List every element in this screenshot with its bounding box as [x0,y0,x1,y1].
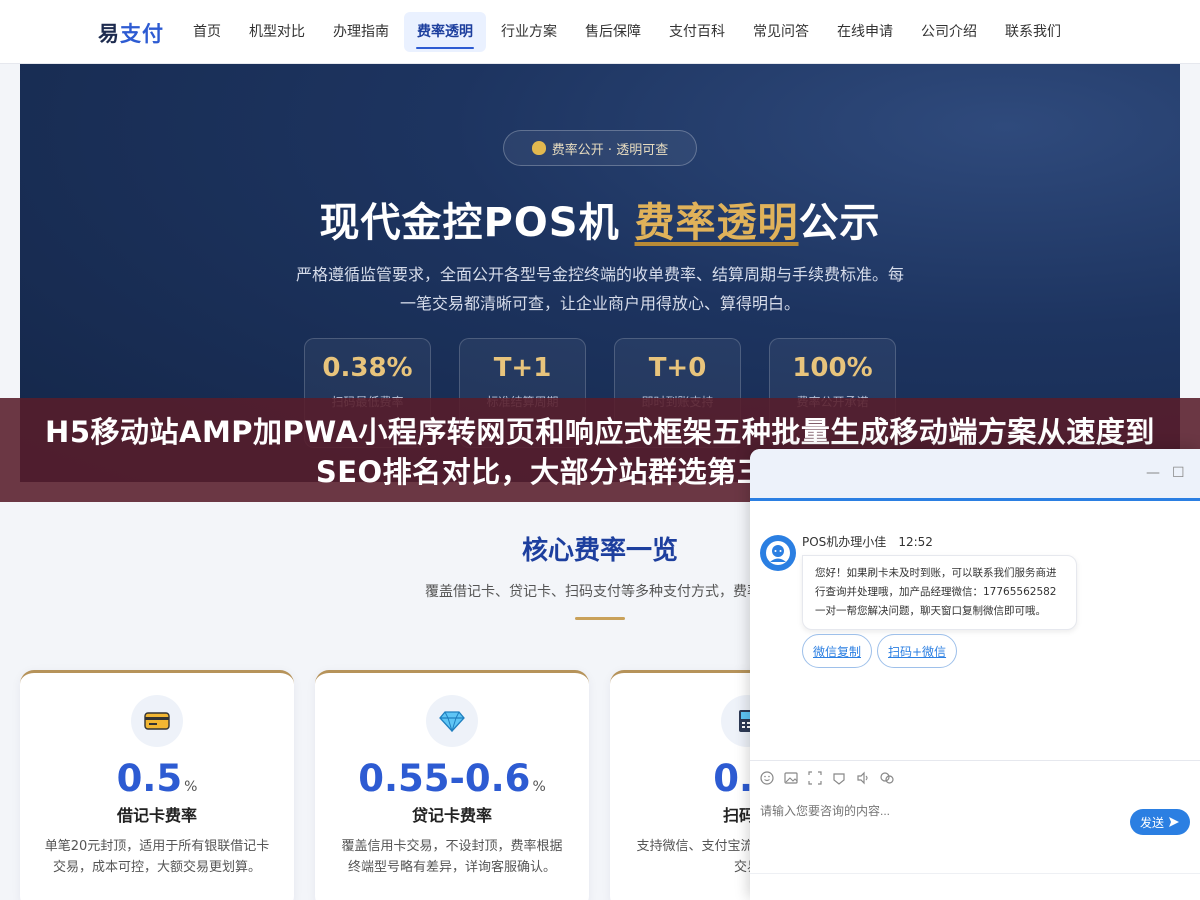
send-button[interactable]: 发送 [1130,809,1190,835]
chat-toolbar [750,760,1200,790]
rate-value: 0.5% [20,757,294,800]
card-icon [131,695,183,747]
nav-item-industry[interactable]: 行业方案 [488,12,570,52]
money-bag-icon [531,141,546,155]
nav-item-about[interactable]: 公司介绍 [908,12,990,52]
nav-item-guide[interactable]: 办理指南 [320,12,402,52]
send-label: 发送 [1139,815,1164,830]
logo-text-part1: 易 [98,22,120,46]
chat-messages: POS机办理小佳 12:52 您好！如果刷卡未及时到账，可以联系我们服务商进行查询… [750,501,1200,741]
nav-item-home[interactable]: 首页 [180,12,234,52]
rate-number: 0.5 [116,757,183,800]
voice-icon[interactable] [856,771,870,785]
stat-value: 0.38% [322,353,413,383]
hero-badge-text: 费率公开 · 透明可查 [551,142,669,158]
message-time: 12:52 [898,535,933,549]
rate-name: 借记卡费率 [116,806,197,825]
logo-text-part2: 支付 [120,22,164,46]
hero-badge: 费率公开 · 透明可查 [503,130,697,166]
minimize-icon[interactable]: — [1146,465,1160,481]
site-header: 易支付 首页 机型对比 办理指南 费率透明 行业方案 售后保障 支付百科 常见问… [0,0,1200,64]
nav-item-rates[interactable]: 费率透明 [404,12,486,52]
rating-icon[interactable] [832,771,846,785]
image-icon[interactable] [784,771,798,785]
rate-name: 贷记卡费率 [411,806,492,825]
diamond-icon [426,695,478,747]
send-arrow-icon [1169,817,1179,827]
copy-wechat-button[interactable]: 微信复制 [802,634,873,668]
chat-input[interactable] [760,801,1120,821]
rate-value: 0.55-0.6% [315,757,589,800]
nav-item-contact[interactable]: 联系我们 [992,12,1074,52]
rate-number: 0.55-0.6 [358,757,531,800]
site-logo[interactable]: 易支付 [98,18,164,48]
hero-description: 严格遵循监管要求，全面公开各型号金控终端的收单费率、结算周期与手续费标准。每一笔… [295,265,904,313]
hero-title-highlight: 费率透明 [634,200,799,246]
chat-widget: — ☐ POS机办理小佳 12:52 您好！如果刷卡未及时到账，可以联系我们服务商… [750,449,1200,900]
hero-title-post: 公示 [798,200,881,246]
rate-card-debit: 0.5% 借记卡费率 单笔20元封顶，适用于所有银联借记卡交易，成本可控，大额交… [20,670,294,900]
nav-item-aftersales[interactable]: 售后保障 [572,12,654,52]
stat-value: T+0 [648,353,707,383]
agent-avatar [760,535,796,571]
hero-title-pre: 现代金控POS机 [319,200,635,246]
chat-footer [750,873,1200,900]
stat-value: 100% [792,353,873,383]
message-bubble: 您好！如果刷卡未及时到账，可以联系我们服务商进行查询并处理哦，加产品经理微信：1… [802,555,1077,630]
nav-item-wiki[interactable]: 支付百科 [656,12,738,52]
hero-title: 现代金控POS机 费率透明公示 [20,190,1180,248]
rate-desc: 单笔20元封顶，适用于所有银联借记卡交易，成本可控，大额交易更划算。 [44,839,270,875]
screenshot-icon[interactable] [808,771,822,785]
rate-desc: 覆盖信用卡交易，不设封顶，费率根据终端型号略有差异，详询客服确认。 [341,839,563,875]
nav-item-model-compare[interactable]: 机型对比 [236,12,318,52]
rate-unit: % [184,779,198,795]
nav-item-faq[interactable]: 常见问答 [740,12,822,52]
rate-card-credit: 0.55-0.6% 贷记卡费率 覆盖信用卡交易，不设封顶，费率根据终端型号略有差… [315,670,589,900]
main-nav: 首页 机型对比 办理指南 费率透明 行业方案 售后保障 支付百科 常见问答 在线… [180,12,1074,52]
stat-value: T+1 [493,353,552,383]
scan-wechat-button[interactable]: 扫码+微信 [877,634,958,668]
message-meta: POS机办理小佳 12:52 [802,533,933,550]
agent-name: POS机办理小佳 [802,535,887,549]
chat-history-icon[interactable] [880,771,894,785]
title-divider [575,617,625,620]
emoji-icon[interactable] [760,771,774,785]
chat-header: — ☐ [750,449,1200,501]
nav-item-apply[interactable]: 在线申请 [824,12,906,52]
maximize-icon[interactable]: ☐ [1172,465,1185,481]
rate-unit: % [532,779,546,795]
